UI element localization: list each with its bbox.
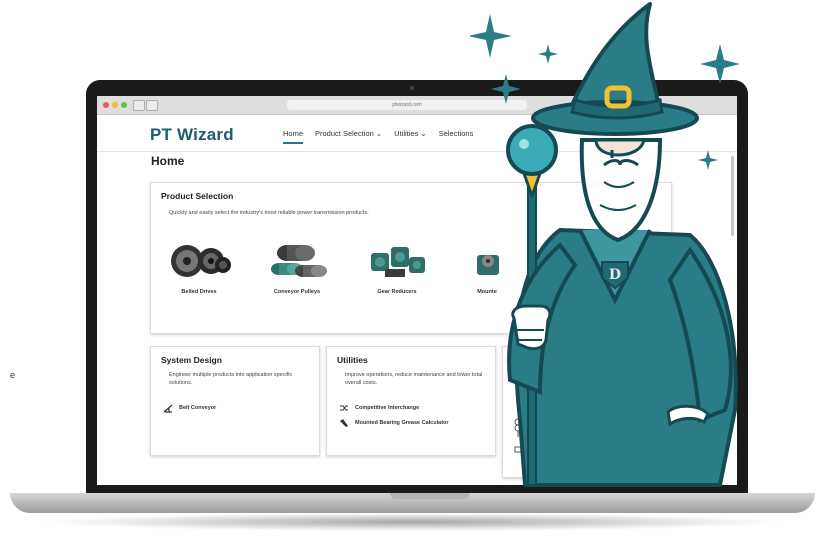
sidebar-button[interactable] (146, 100, 158, 111)
gearbox-icon (371, 247, 425, 277)
link-label: Belt Conveyor (179, 405, 217, 411)
system-design-title: System Design (161, 355, 222, 365)
product-selection-title: Product Selection (161, 191, 234, 201)
system-design-card: System Design Engineer multiple products… (150, 346, 320, 456)
nav-product-selection[interactable]: Product Selection ⌄ (315, 129, 382, 144)
product-gear-reducers[interactable]: Gear Reducers (357, 243, 437, 295)
laptop-camera (410, 86, 414, 90)
svg-text:D: D (609, 267, 621, 283)
maximize-window-dot[interactable] (121, 102, 127, 108)
back-button[interactable] (133, 100, 145, 111)
product-selection-description: Quickly and easily select the industry's… (169, 210, 369, 216)
nav-utilities[interactable]: Utilities ⌄ (394, 129, 427, 144)
link-label: Mounted Bearing Grease Calculator (355, 420, 449, 426)
product-label: Conveyor Pulleys (273, 289, 321, 295)
nav-home[interactable]: Home (283, 129, 304, 144)
nav-selections[interactable]: Selections (439, 129, 474, 144)
grease-gun-icon (340, 419, 348, 427)
main-nav: Home Product Selection ⌄ Utilities ⌄ Sel… (283, 129, 473, 144)
product-label: Gear Reducers (377, 289, 417, 295)
stray-text: e (10, 370, 16, 380)
wizard-mascot: D (470, 2, 740, 487)
grease-calculator-link[interactable]: Mounted Bearing Grease Calculator (339, 418, 449, 428)
product-conveyor-pulleys[interactable]: Conveyor Pulleys (257, 243, 337, 295)
belt-conveyor-link[interactable]: Belt Conveyor (163, 403, 216, 413)
pulley-icon (271, 245, 327, 277)
laptop-notch (390, 493, 470, 499)
conveyor-icon (163, 404, 173, 413)
sheave-icon (171, 245, 231, 277)
close-window-dot[interactable] (103, 102, 109, 108)
minimize-window-dot[interactable] (112, 102, 118, 108)
link-label: Competitive Interchange (355, 405, 420, 411)
product-label: Belted Drives (181, 289, 217, 295)
utilities-description: Improve operations, reduce maintenance a… (345, 372, 483, 386)
product-belted-drives[interactable]: Belted Drives (159, 243, 239, 295)
competitive-interchange-link[interactable]: Competitive Interchange (339, 403, 419, 413)
shuffle-icon (340, 405, 348, 411)
utilities-title: Utilities (337, 355, 368, 365)
page-title: Home (151, 154, 185, 168)
system-design-description: Engineer multiple products into applicat… (169, 372, 293, 386)
pt-wizard-logo[interactable]: PT Wizard (150, 125, 234, 145)
